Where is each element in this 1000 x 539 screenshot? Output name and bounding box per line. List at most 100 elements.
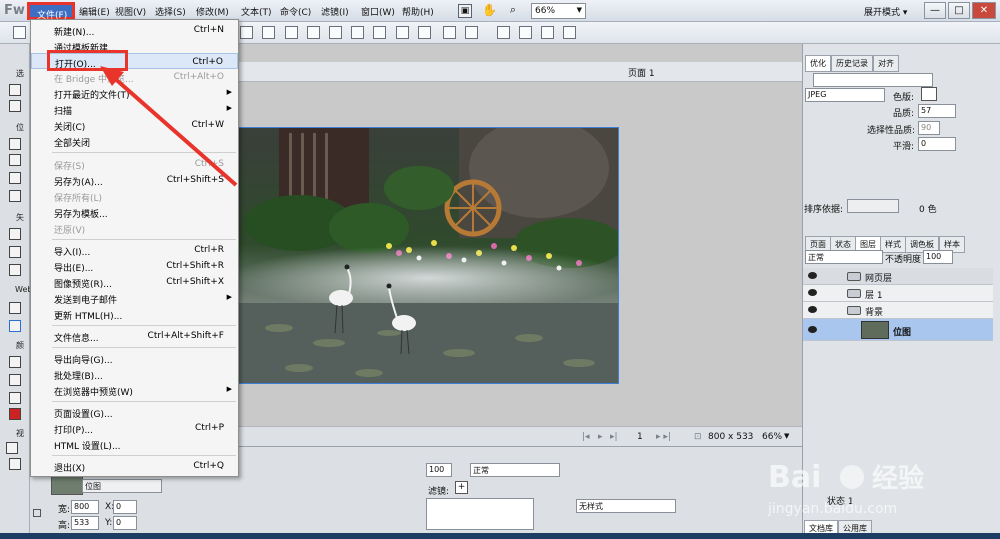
- add-filter-icon[interactable]: +: [455, 481, 468, 494]
- menu-item-update-html[interactable]: 更新 HTML(H)...: [31, 306, 238, 322]
- close-button[interactable]: ✕: [972, 2, 996, 19]
- eye-icon[interactable]: [808, 272, 817, 279]
- page-selector[interactable]: 页面 1: [628, 66, 655, 79]
- document-size[interactable]: 800 x 533: [708, 432, 753, 442]
- menu-filters[interactable]: 滤镜(I): [321, 5, 349, 18]
- menu-edit[interactable]: 编辑(E): [79, 5, 110, 18]
- filters-list[interactable]: [426, 498, 534, 530]
- next-frame-icon[interactable]: ▸ ▸|: [656, 432, 671, 442]
- maximize-icon[interactable]: ⊡: [694, 432, 702, 442]
- menu-modify[interactable]: 修改(M): [196, 5, 229, 18]
- selective-quality-field[interactable]: 90: [918, 121, 940, 135]
- standard-screen-icon[interactable]: [6, 442, 18, 454]
- join-icon[interactable]: [285, 26, 298, 39]
- layout-mode-menu[interactable]: 展开模式 ▾: [864, 5, 907, 18]
- new-document-icon[interactable]: [13, 26, 26, 39]
- align-icon[interactable]: [443, 26, 456, 39]
- scale-tool-icon[interactable]: [9, 100, 21, 112]
- width-field[interactable]: 800: [71, 500, 99, 514]
- document-zoom[interactable]: 66%: [762, 432, 782, 442]
- menu-item-send-email[interactable]: 发送到电子邮件 ▶: [31, 290, 238, 306]
- group-icon[interactable]: [240, 26, 253, 39]
- flip-vertical-icon[interactable]: [563, 26, 576, 39]
- menu-item-page-setup[interactable]: 页面设置(G)...: [31, 404, 238, 420]
- menu-file[interactable]: 文件(F): [27, 2, 75, 21]
- menu-item-revert[interactable]: 还原(V): [31, 220, 238, 236]
- menu-item-exit[interactable]: 退出(X) Ctrl+Q: [31, 458, 238, 474]
- stroke-color-icon[interactable]: [9, 374, 21, 386]
- eye-icon[interactable]: [808, 306, 817, 313]
- layer-row-1[interactable]: 层 1: [803, 285, 993, 302]
- eyedropper-icon[interactable]: [9, 356, 21, 368]
- style-select[interactable]: 无样式: [576, 499, 676, 513]
- last-frame-icon[interactable]: ▸|: [610, 432, 618, 442]
- y-field[interactable]: 0: [113, 516, 137, 530]
- menu-item-save[interactable]: 保存(S) Ctrl+S: [31, 156, 238, 172]
- split-icon[interactable]: [307, 26, 320, 39]
- menu-item-batch-process[interactable]: 批处理(B)...: [31, 366, 238, 382]
- line-tool-icon[interactable]: [9, 228, 21, 240]
- menu-item-import[interactable]: 导入(I)... Ctrl+R: [31, 242, 238, 258]
- rotate-left-icon[interactable]: [497, 26, 510, 39]
- hand-icon[interactable]: ✋: [482, 4, 497, 18]
- send-backward-icon[interactable]: [396, 26, 409, 39]
- menu-item-preview-in-browser[interactable]: 在浏览器中预览(W) ▶: [31, 382, 238, 398]
- layer-opacity-field[interactable]: 100: [923, 250, 953, 264]
- bring-forward-icon[interactable]: [373, 26, 386, 39]
- document-bitmap[interactable]: [238, 127, 619, 384]
- menu-item-export[interactable]: 导出(E)... Ctrl+Shift+R: [31, 258, 238, 274]
- matte-swatch[interactable]: [921, 87, 937, 101]
- menu-commands[interactable]: 命令(C): [280, 5, 311, 18]
- layer-row-background[interactable]: 背景: [803, 302, 993, 319]
- menu-item-new[interactable]: 新建(N)... Ctrl+N: [31, 22, 238, 38]
- flip-horizontal-icon[interactable]: [541, 26, 554, 39]
- menu-item-save-as-template[interactable]: 另存为模板...: [31, 204, 238, 220]
- first-frame-icon[interactable]: |◂: [582, 432, 590, 442]
- menu-item-scan[interactable]: 扫描 ▶: [31, 101, 238, 117]
- union-icon[interactable]: [329, 26, 342, 39]
- menu-item-html-settings[interactable]: HTML 设置(L)...: [31, 436, 238, 452]
- menu-item-close-all[interactable]: 全部关闭: [31, 133, 238, 149]
- tab-history[interactable]: 历史记录: [831, 55, 873, 72]
- slice-tool-icon[interactable]: [9, 320, 21, 332]
- menu-item-close[interactable]: 关闭(C) Ctrl+W: [31, 117, 238, 133]
- blend-mode-select[interactable]: 正常: [470, 463, 560, 477]
- constrain-proportions-icon[interactable]: [33, 509, 41, 517]
- hotspot-tool-icon[interactable]: [9, 302, 21, 314]
- bring-front-icon[interactable]: [351, 26, 364, 39]
- object-name-field[interactable]: 位图: [82, 479, 162, 493]
- sort-select[interactable]: [847, 199, 899, 213]
- tab-styles[interactable]: 样式: [880, 236, 906, 253]
- blur-tool-icon[interactable]: [9, 190, 21, 202]
- magic-wand-icon[interactable]: [9, 154, 21, 166]
- opacity-field[interactable]: 100: [426, 463, 452, 477]
- layer-row-web[interactable]: 网页层: [803, 268, 993, 285]
- quality-field[interactable]: 57: [918, 104, 956, 118]
- rectangle-tool-icon[interactable]: [9, 246, 21, 258]
- zoom-select[interactable]: 66% ▼: [531, 3, 586, 19]
- height-field[interactable]: 533: [71, 516, 99, 530]
- distribute-icon[interactable]: [465, 26, 478, 39]
- hand-tool-icon[interactable]: [9, 458, 21, 470]
- x-field[interactable]: 0: [113, 500, 137, 514]
- play-icon[interactable]: ▸: [598, 432, 603, 442]
- brush-tool-icon[interactable]: [9, 172, 21, 184]
- menu-select[interactable]: 选择(S): [155, 5, 186, 18]
- minimize-button[interactable]: —: [924, 2, 946, 19]
- marquee-tool-icon[interactable]: [9, 138, 21, 150]
- layer-blend-select[interactable]: 正常: [805, 250, 883, 264]
- menu-item-image-preview[interactable]: 图像预览(R)... Ctrl+Shift+X: [31, 274, 238, 290]
- menu-item-save-as[interactable]: 另存为(A)... Ctrl+Shift+S: [31, 172, 238, 188]
- menu-item-export-wizard[interactable]: 导出向导(G)...: [31, 350, 238, 366]
- menu-view[interactable]: 视图(V): [115, 5, 146, 18]
- fill-color-icon[interactable]: [9, 392, 21, 404]
- menu-item-open-recent[interactable]: 打开最近的文件(T) ▶: [31, 85, 238, 101]
- layer-row-bitmap[interactable]: 位图: [803, 319, 993, 341]
- pointer-tool-icon[interactable]: [9, 84, 21, 96]
- tab-align[interactable]: 对齐: [873, 55, 899, 72]
- menu-item-print[interactable]: 打印(P)... Ctrl+P: [31, 420, 238, 436]
- ungroup-icon[interactable]: [262, 26, 275, 39]
- preset-select[interactable]: [813, 73, 933, 87]
- swap-colors-icon[interactable]: [9, 408, 21, 420]
- menu-window[interactable]: 窗口(W): [361, 5, 395, 18]
